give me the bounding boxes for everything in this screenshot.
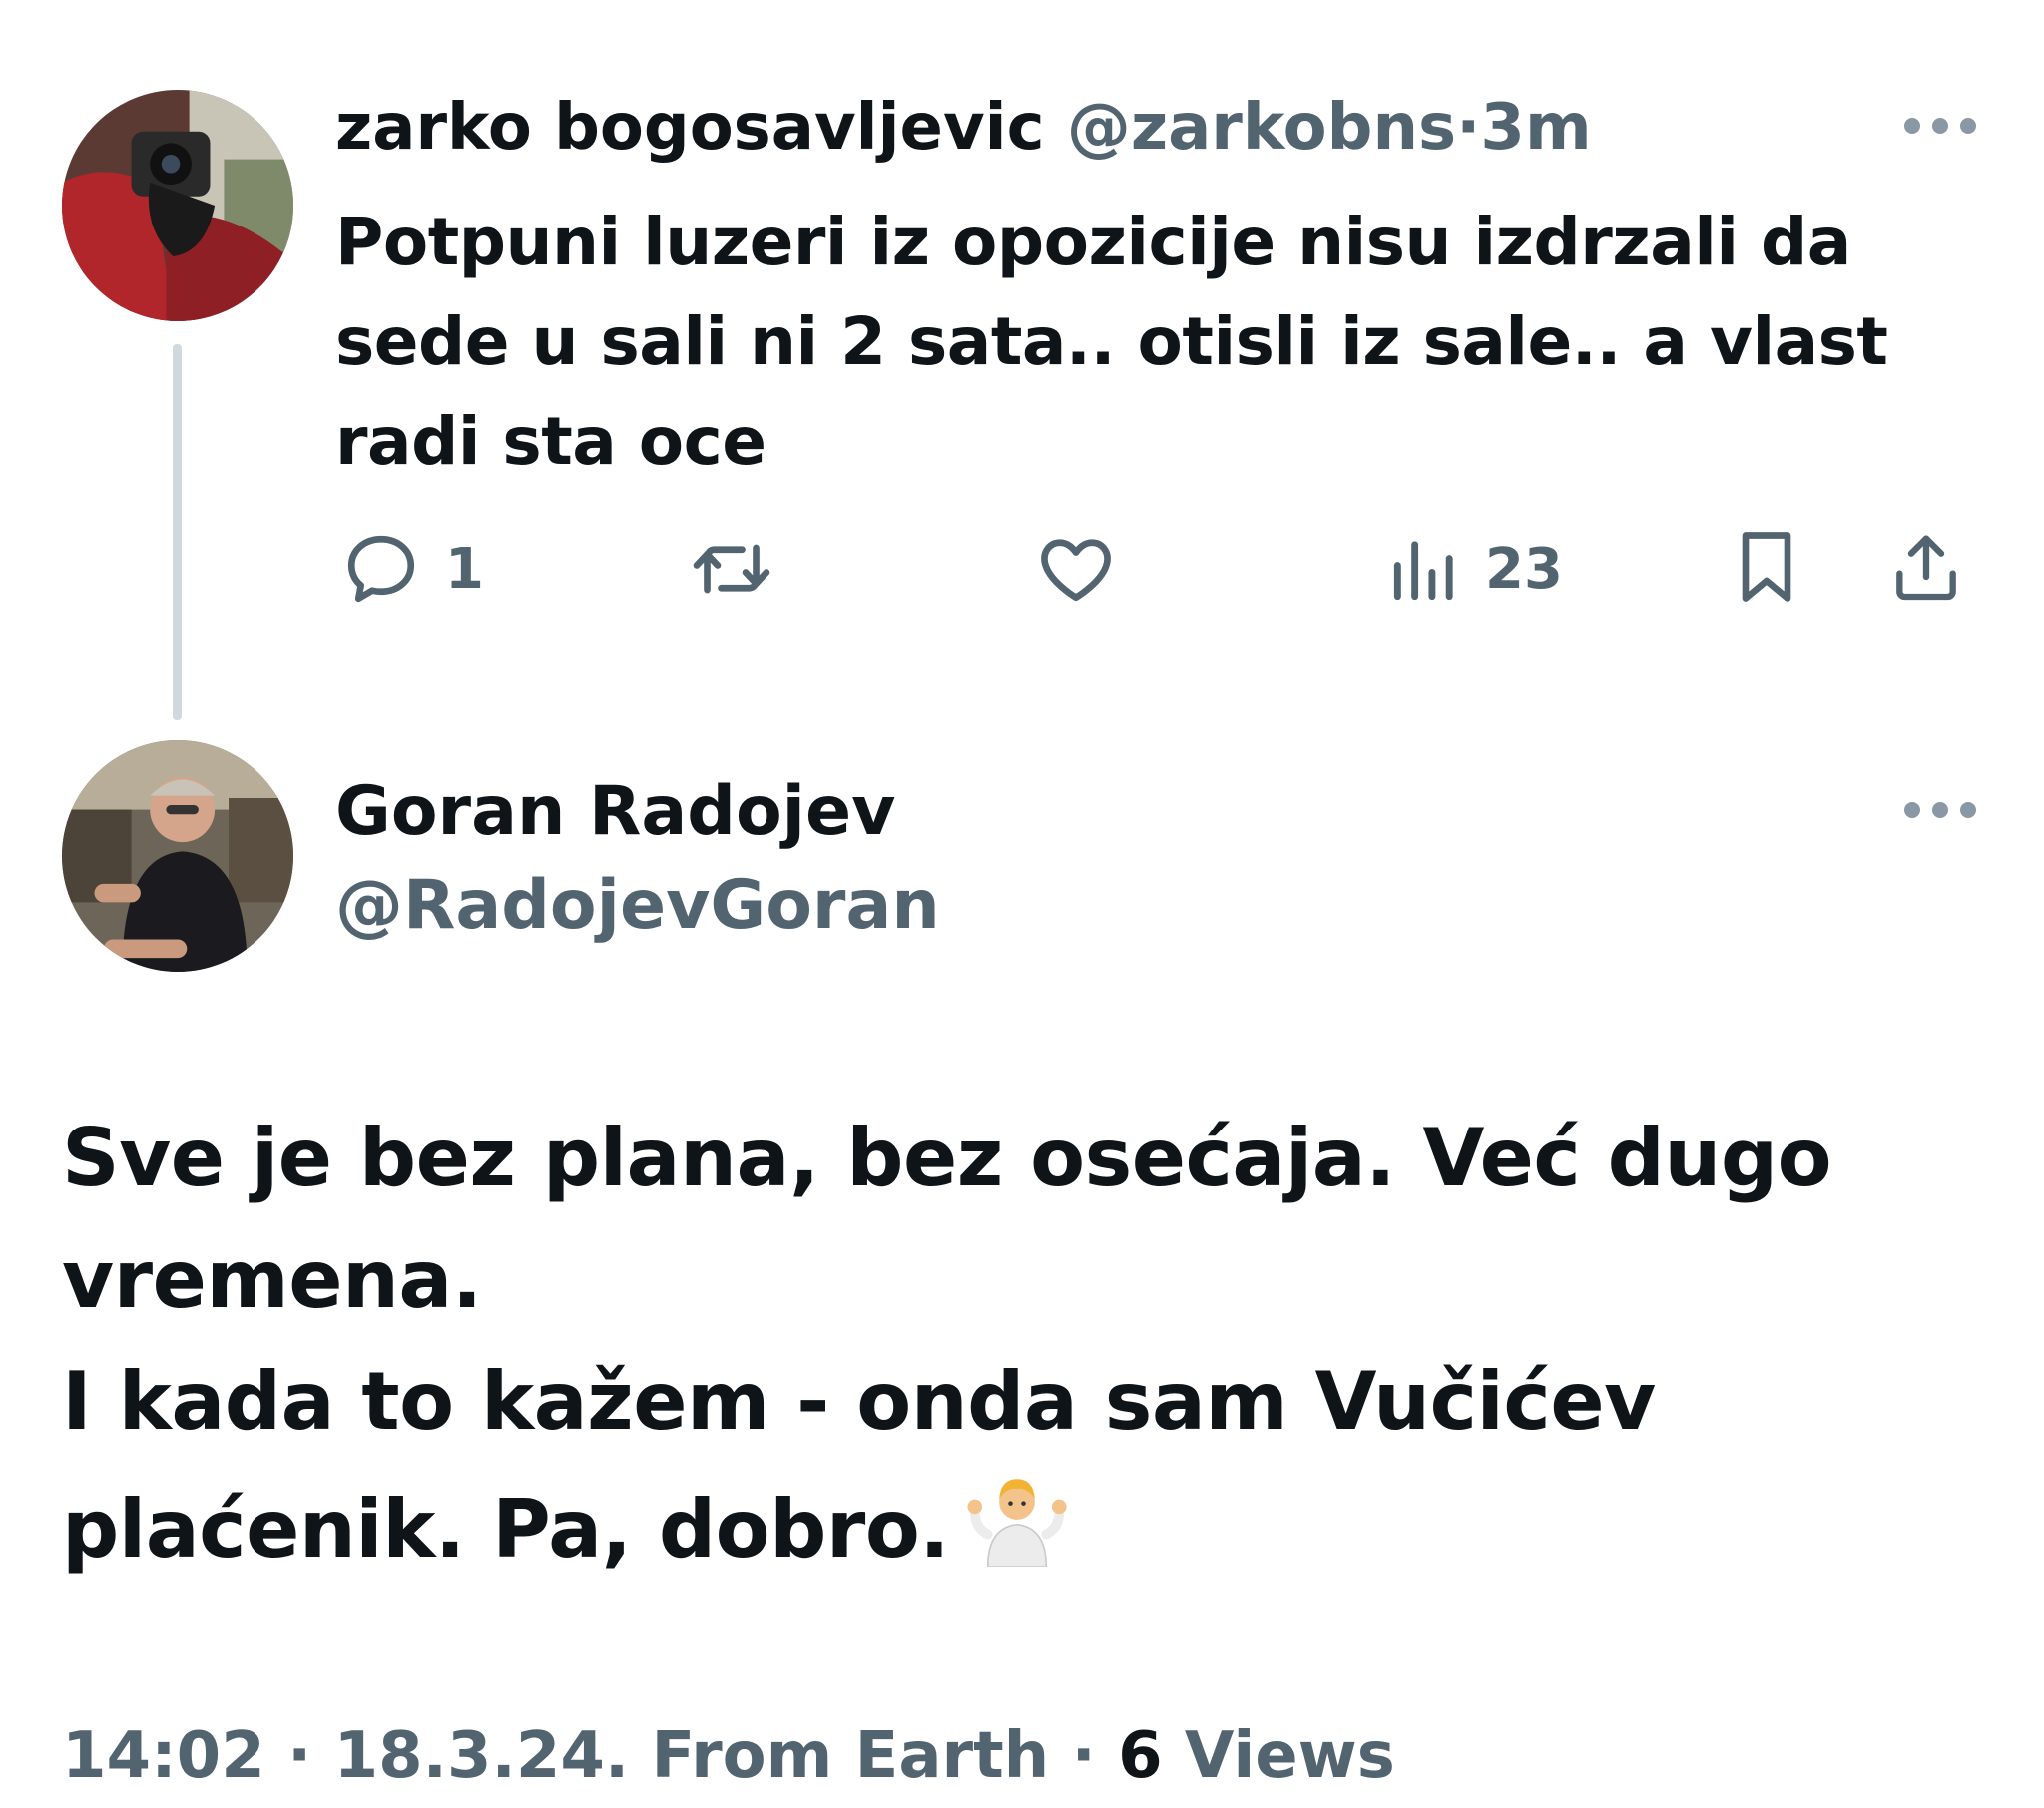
views-button[interactable]: 23 (1387, 527, 1563, 611)
views-bar-chart-icon (1393, 541, 1453, 601)
like-button[interactable] (1034, 527, 1140, 611)
retweet-button[interactable] (687, 527, 798, 611)
tweet1-header: zarko bogosavljevic @zarkobns·3m (335, 88, 1592, 168)
tweet2-views-number: 6 (1118, 1719, 1163, 1793)
bookmark-icon (1742, 532, 1791, 602)
reply-icon (347, 535, 415, 603)
reply-count: 1 (445, 536, 484, 602)
meta-separator: · (264, 1719, 334, 1793)
tweet2-text-line2: I kada to kažem - onda sam Vučićev plaće… (62, 1341, 1978, 1600)
tweet2-date[interactable]: 18.3.24. (334, 1719, 630, 1793)
heart-icon (1041, 539, 1111, 602)
tweet2-time[interactable]: 14:02 (62, 1719, 265, 1793)
bookmark-button[interactable] (1731, 525, 1802, 609)
tweet2-text-line2-body: I kada to kažem - onda sam Vučićev plaće… (62, 1355, 1656, 1576)
tweet2-meta: 14:02 · 18.3.24. From Earth · 6 Views (62, 1716, 1395, 1796)
avatar-zarko[interactable] (62, 90, 293, 321)
avatar-photo (62, 740, 293, 972)
avatar-photo (62, 90, 293, 321)
thread-connector-line (173, 344, 182, 720)
tweet1-time[interactable]: 3m (1480, 91, 1591, 165)
share-button[interactable] (1886, 525, 1966, 609)
tweet1-separator: · (1456, 91, 1481, 165)
retweet-icon (693, 544, 770, 594)
meta-separator: · (1049, 1719, 1119, 1793)
tweet2-text-line1: Sve je bez plana, bez osećaja. Već dugo … (62, 1112, 1832, 1326)
tweet1-text: Potpuni luzeri iz opozicije nisu izdrzal… (335, 204, 1888, 480)
tweet2-author-name[interactable]: Goran Radojev (335, 770, 895, 854)
tweet1-author-name[interactable]: zarko bogosavljevic (335, 91, 1045, 165)
tweet2-source: From Earth (651, 1719, 1050, 1793)
reply-button[interactable]: 1 (339, 527, 484, 611)
tweet2-more-icon[interactable] (1904, 798, 1976, 822)
tweet2-author-handle[interactable]: @RadojevGoran (335, 864, 940, 948)
tweet1-author-handle[interactable]: @zarkobns (1067, 91, 1456, 165)
avatar-goran[interactable] (62, 740, 293, 972)
share-icon (1896, 535, 1956, 601)
person-shrugging-emoji-icon (965, 1463, 1069, 1600)
tweet2-views-label[interactable]: Views (1185, 1719, 1395, 1793)
tweet2-text: Sve je bez plana, bez osećaja. Već dugo … (62, 1098, 1978, 1600)
tweet1-more-icon[interactable] (1904, 114, 1976, 138)
views-count: 23 (1485, 536, 1563, 602)
